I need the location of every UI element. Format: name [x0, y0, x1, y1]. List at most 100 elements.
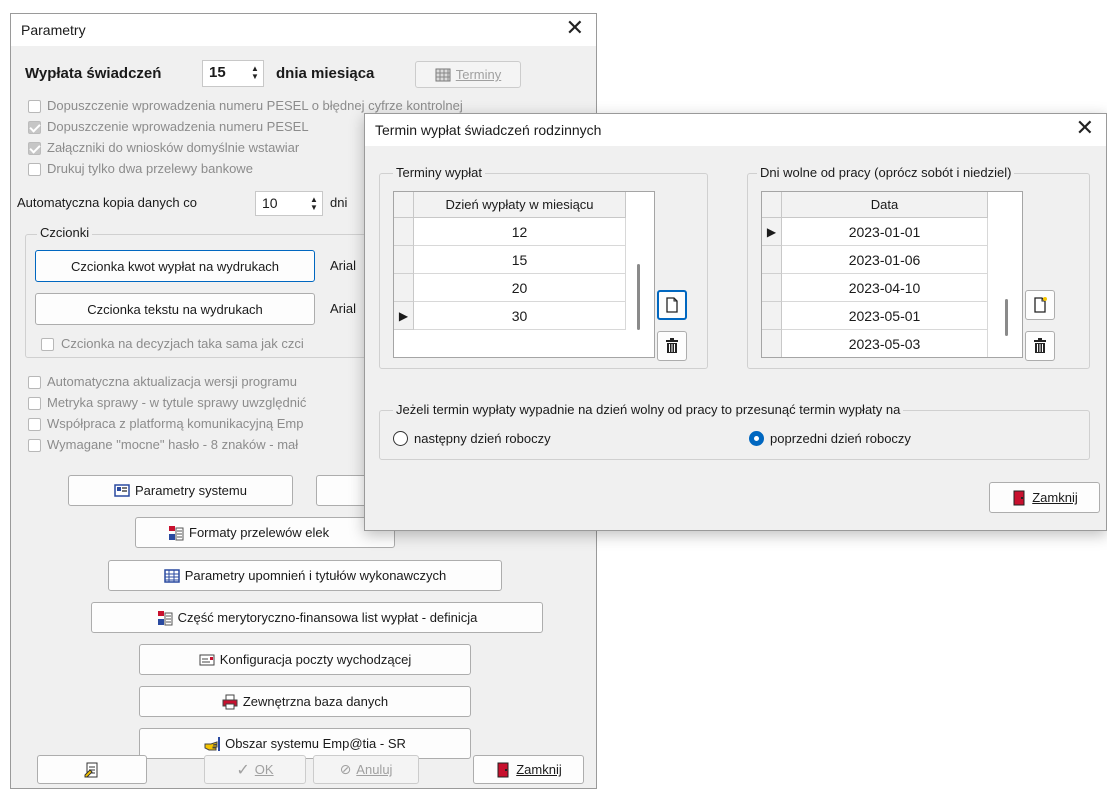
close-button[interactable]: Zamknij	[473, 755, 584, 784]
font-same-checkbox[interactable]	[41, 338, 54, 351]
shift-rule-title: Jeżeli termin wypłaty wypadnie na dzień …	[393, 402, 904, 417]
payout-day-cell[interactable]: 20	[414, 274, 626, 302]
door-icon	[1013, 490, 1025, 505]
two-transfers-label: Drukuj tylko dwa przelewy bankowe	[47, 161, 253, 176]
new-document-icon	[1034, 297, 1047, 313]
case-metric-label: Metryka sprawy - w tytule sprawy uwzględ…	[47, 395, 307, 410]
printer-icon	[222, 694, 238, 709]
row-indicator[interactable]	[394, 246, 414, 274]
spinner-arrows-icon[interactable]: ▲ ▼	[309, 196, 319, 212]
monitor-icon	[114, 483, 130, 497]
spinner-arrows-icon[interactable]: ▲ ▼	[250, 65, 260, 81]
dialog-close-button[interactable]: Zamknij	[989, 482, 1100, 513]
row-indicator[interactable]	[762, 330, 782, 357]
fonts-group-title: Czcionki	[37, 225, 93, 240]
attachments-label: Załączniki do wniosków domyślnie wstawia…	[47, 140, 300, 155]
holiday-date-cell[interactable]: 2023-01-06	[782, 246, 988, 274]
pesel-allow-checkbox[interactable]	[28, 121, 41, 134]
attachments-checkbox[interactable]	[28, 142, 41, 155]
system-parameters-button[interactable]: Parametry systemu	[68, 475, 293, 506]
prohibited-icon: ⊘	[339, 761, 352, 777]
prev-day-radio[interactable]	[749, 431, 764, 446]
cancel-button[interactable]: ⊘ Anuluj	[313, 755, 419, 784]
row-indicator[interactable]	[394, 274, 414, 302]
dialog-close-icon[interactable]: ✕	[1076, 117, 1094, 141]
current-row-arrow-icon[interactable]: ▶	[394, 302, 414, 330]
backup-days-value: 10	[262, 195, 278, 211]
checkmark-icon: ✓	[236, 761, 250, 779]
backup-days-spinner[interactable]: 10 ▲ ▼	[255, 191, 323, 216]
add-holiday-button[interactable]	[1025, 290, 1055, 320]
holidays-grid-scrollbar[interactable]	[1005, 299, 1008, 336]
window-title: Parametry	[21, 22, 86, 38]
holiday-date-cell[interactable]: 2023-05-03	[782, 330, 988, 357]
payout-lists-button[interactable]: Część merytoryczno-finansowa list wypłat…	[91, 602, 543, 633]
two-transfers-checkbox[interactable]	[28, 163, 41, 176]
payout-days-grid[interactable]: Dzień wypłaty w miesiącu 12 15 20 ▶ 30	[393, 191, 655, 358]
transfer-icon	[157, 610, 173, 625]
dialog-title-bar: Termin wypłat świadczeń rodzinnych ✕	[365, 114, 1106, 146]
close-icon[interactable]: ✕	[566, 17, 584, 41]
ok-button[interactable]: ✓ OK	[204, 755, 306, 784]
platform-checkbox[interactable]	[28, 418, 41, 431]
current-row-arrow-icon[interactable]: ▶	[762, 218, 782, 246]
auto-update-checkbox[interactable]	[28, 376, 41, 389]
payout-grid-scrollbar[interactable]	[637, 264, 640, 330]
transfer-icon	[169, 525, 184, 540]
payout-day-spinner[interactable]: 15 ▲ ▼	[202, 60, 264, 87]
font-amount-button[interactable]: Czcionka kwot wypłat na wydrukach	[35, 250, 315, 282]
terms-button[interactable]: Terminy	[415, 61, 521, 88]
backup-label: Automatyczna kopia danych co	[17, 195, 197, 210]
next-day-radio[interactable]	[393, 431, 408, 446]
reminders-parameters-button[interactable]: Parametry upomnień i tytułów wykonawczyc…	[108, 560, 502, 591]
grid-corner	[762, 192, 782, 218]
payout-day-value: 15	[209, 64, 226, 81]
pointing-hand-icon	[204, 736, 221, 751]
calendar-icon	[435, 68, 451, 81]
holiday-date-cell[interactable]: 2023-04-10	[782, 274, 988, 302]
payout-day-cell[interactable]: 30	[414, 302, 626, 330]
prev-day-label: poprzedni dzień roboczy	[770, 431, 911, 446]
payout-label: Wypłata świadczeń	[25, 65, 162, 82]
envelope-icon	[199, 654, 215, 665]
payout-day-cell[interactable]: 15	[414, 246, 626, 274]
payout-day-cell[interactable]: 12	[414, 218, 626, 246]
payout-suffix: dnia miesiąca	[276, 65, 375, 82]
backup-suffix: dni	[330, 195, 348, 210]
pesel-allow-label: Dopuszczenie wprowadzenia numeru PESEL	[47, 119, 309, 134]
holiday-date-cell[interactable]: 2023-05-01	[782, 302, 988, 330]
font-text-value: Arial	[330, 301, 357, 316]
delete-holiday-button[interactable]	[1025, 331, 1055, 361]
holiday-date-cell[interactable]: 2023-01-01	[782, 218, 988, 246]
font-text-button[interactable]: Czcionka tekstu na wydrukach	[35, 293, 315, 325]
new-document-icon	[666, 297, 678, 313]
row-indicator[interactable]	[762, 302, 782, 330]
grid-header-day: Dzień wypłaty w miesiącu	[414, 192, 626, 218]
row-indicator[interactable]	[762, 246, 782, 274]
transfer-formats-button[interactable]: Formaty przelewów elek	[135, 517, 395, 548]
case-metric-checkbox[interactable]	[28, 397, 41, 410]
add-term-button[interactable]	[657, 290, 687, 320]
row-indicator[interactable]	[762, 274, 782, 302]
next-day-label: następny dzień roboczy	[414, 431, 551, 446]
payout-terms-dialog: Termin wypłat świadczeń rodzinnych ✕ Ter…	[364, 113, 1107, 531]
font-same-label: Czcionka na decyzjach taka sama jak czci	[61, 336, 304, 351]
document-edit-icon	[84, 762, 98, 777]
strong-password-checkbox[interactable]	[28, 439, 41, 452]
holidays-grid[interactable]: Data ▶ 2023-01-01 2023-01-06 2023-04-10 2023…	[761, 191, 1023, 358]
empatia-area-button[interactable]: Obszar systemu Emp@tia - SR	[139, 728, 471, 759]
pesel-checksum-checkbox[interactable]	[28, 100, 41, 113]
holidays-group-title: Dni wolne od pracy (oprócz sobót i niedz…	[757, 165, 1015, 180]
mail-config-button[interactable]: Konfiguracja poczty wychodzącej	[139, 644, 471, 675]
platform-label: Współpraca z platformą komunikacyjną Emp	[47, 416, 304, 431]
row-indicator[interactable]	[394, 218, 414, 246]
delete-term-button[interactable]	[657, 331, 687, 361]
external-db-button[interactable]: Zewnętrzna baza danych	[139, 686, 471, 717]
export-button[interactable]	[37, 755, 147, 784]
font-amount-value: Arial	[330, 258, 357, 273]
pesel-checksum-label: Dopuszczenie wprowadzenia numeru PESEL o…	[47, 98, 463, 113]
door-icon	[497, 762, 509, 777]
table-icon	[163, 568, 180, 583]
trash-icon	[666, 338, 678, 353]
grid-corner	[394, 192, 414, 218]
